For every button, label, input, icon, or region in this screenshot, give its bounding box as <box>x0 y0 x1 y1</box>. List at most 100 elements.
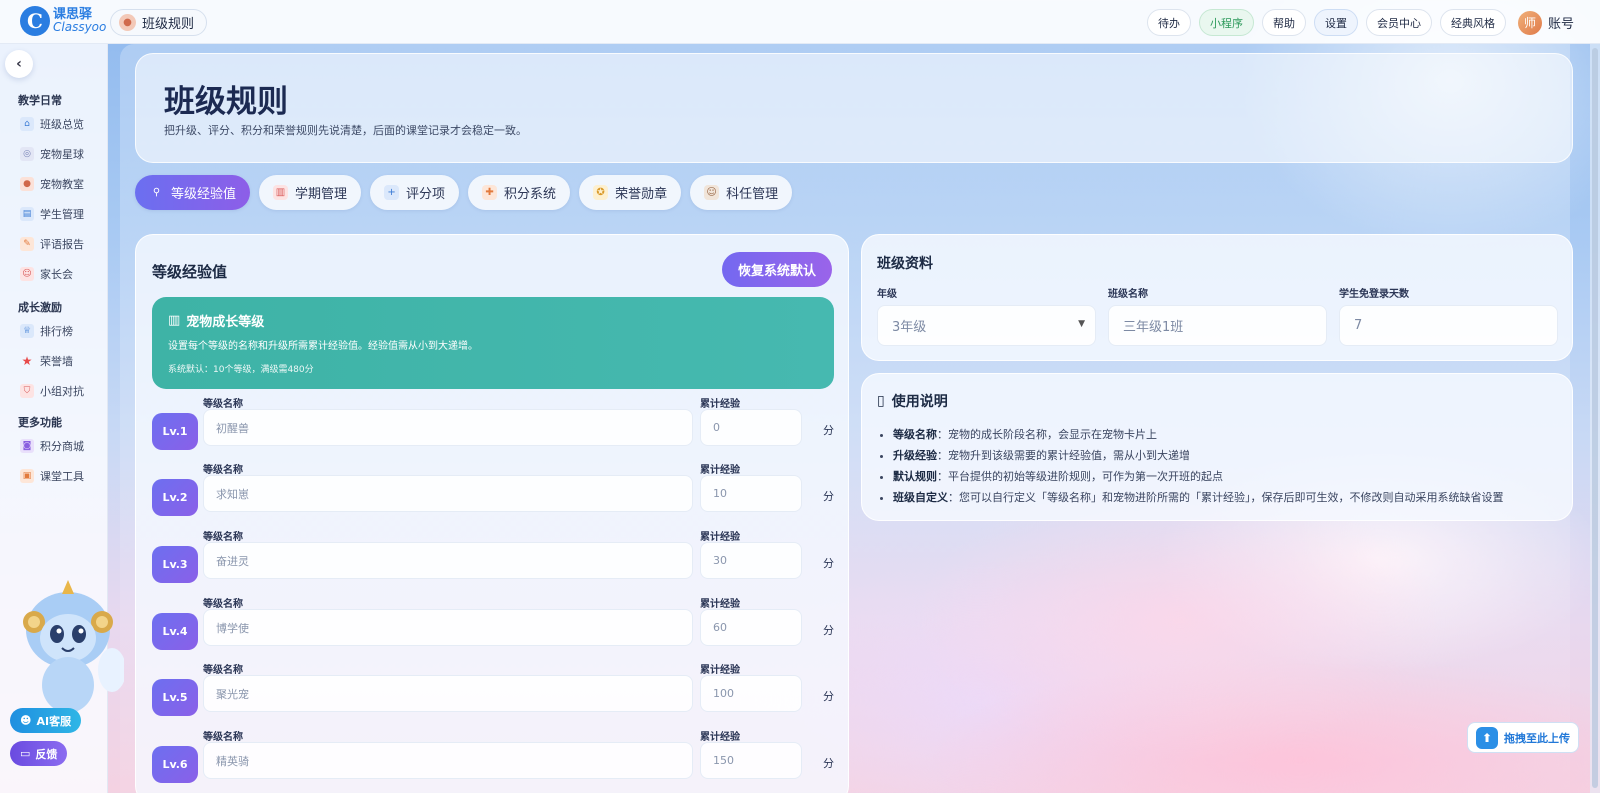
upload-icon: ⬆ <box>1476 726 1498 749</box>
search-icon: ⚲ <box>152 187 161 198</box>
tab-label: 荣誉勋章 <box>615 187 668 202</box>
current-page-chip[interactable]: ● 班级规则 <box>110 9 208 36</box>
nav-settings[interactable]: 设置 <box>1313 9 1358 36</box>
restore-default-button[interactable]: 恢复系统默认 <box>721 252 832 287</box>
nav-miniprogram[interactable]: 小程序 <box>1198 9 1254 36</box>
level-name-input[interactable]: 奋进灵 <box>203 542 693 579</box>
level-row: Lv.2 等级名称 累计经验 求知崽 10 分 <box>152 461 834 527</box>
ai-support-label: AI客服 <box>36 714 72 728</box>
paw-icon: ● <box>119 14 136 31</box>
nav-membership[interactable]: 会员中心 <box>1365 9 1432 36</box>
list-item: 等级名称：宠物的成长阶段名称，会显示在宠物卡片上 <box>893 424 1504 445</box>
sidebar-item-label: 积分商城 <box>40 440 84 453</box>
nav-help[interactable]: 帮助 <box>1261 9 1306 36</box>
usage-card: ▯ 使用说明 等级名称：宠物的成长阶段名称，会显示在宠物卡片上 升级经验：宠物升到… <box>861 373 1573 521</box>
sidebar-item-honor-wall[interactable]: ★ 荣誉墙 <box>20 353 73 369</box>
level-exp-input[interactable]: 0 <box>700 409 802 446</box>
sidebar-item-label: 排行榜 <box>40 325 73 338</box>
logo[interactable]: C 课思驿 Classyoo <box>20 6 106 36</box>
class-name-input[interactable]: 三年级1班 <box>1108 305 1327 346</box>
grade-label: 年级 <box>877 289 897 300</box>
level-name-input[interactable]: 聚光宠 <box>203 675 693 712</box>
sidebar-item-group-battle[interactable]: ⛉ 小组对抗 <box>20 383 84 399</box>
level-row: Lv.4 等级名称 累计经验 博学使 60 分 <box>152 595 834 661</box>
ai-support-button[interactable]: ☻ AI客服 <box>10 708 82 733</box>
account-menu[interactable]: 师 账号 <box>1517 10 1574 35</box>
scrollbar-thumb[interactable] <box>1592 48 1598 788</box>
trophy-icon: ♕ <box>20 324 34 338</box>
bar-chart-icon: ▥ <box>168 313 181 328</box>
collapse-sidebar-button[interactable]: ‹ <box>5 50 33 78</box>
chevron-left-icon: ‹ <box>16 56 22 72</box>
sidebar-item-label: 小组对抗 <box>40 385 84 398</box>
sidebar-item-students[interactable]: ▤ 学生管理 <box>20 206 84 222</box>
sidebar-item-class-overview[interactable]: ⌂ 班级总览 <box>20 116 84 132</box>
tab-honor-medals[interactable]: ✪ 荣誉勋章 <box>579 175 682 210</box>
level-row: Lv.5 等级名称 累计经验 聚光宠 100 分 <box>152 661 834 727</box>
level-badge: Lv.2 <box>152 479 198 516</box>
level-exp-input[interactable]: 60 <box>700 609 802 646</box>
chat-icon: ▭ <box>20 747 31 760</box>
sidebar-item-points-mall[interactable]: ◙ 积分商城 <box>20 438 84 454</box>
unit-label: 分 <box>823 757 834 770</box>
level-exp-label: 累计经验 <box>700 532 740 543</box>
tab-points[interactable]: ✚ 积分系统 <box>468 175 571 210</box>
nav-todo[interactable]: 待办 <box>1146 9 1191 36</box>
banner-desc: 设置每个等级的名称和升级所需累计经验值。经验值需从小到大递增。 <box>168 341 478 352</box>
level-name-input[interactable]: 精英骑 <box>203 742 693 779</box>
usage-term: 班级自定义 <box>893 491 948 504</box>
usage-desc: ：平台提供的初始等级进阶规则，可作为第一次开班的起点 <box>937 470 1223 483</box>
tab-level-exp[interactable]: ⚲ 等级经验值 <box>135 175 251 210</box>
avatar: 师 <box>1517 10 1542 35</box>
level-exp-input[interactable]: 30 <box>700 542 802 579</box>
level-exp-label: 累计经验 <box>700 665 740 676</box>
feedback-button[interactable]: ▭ 反馈 <box>10 741 68 766</box>
sidebar-item-class-tools[interactable]: ▣ 课堂工具 <box>20 468 84 484</box>
sidebar-item-parents[interactable]: ☺ 家长会 <box>20 266 73 282</box>
tab-label: 积分系统 <box>504 187 557 202</box>
level-exp-input[interactable]: 150 <box>700 742 802 779</box>
level-row: Lv.1 等级名称 累计经验 初醒兽 0 分 <box>152 395 834 461</box>
sidebar-item-label: 宠物星球 <box>40 148 84 161</box>
sidebar-item-label: 荣誉墙 <box>40 355 73 368</box>
tab-scoring[interactable]: + 评分项 <box>370 175 460 210</box>
level-name-input[interactable]: 求知崽 <box>203 475 693 512</box>
sidebar-group-more: 更多功能 <box>18 416 62 429</box>
tab-subject-teachers[interactable]: ☺ 科任管理 <box>690 175 793 210</box>
level-name-input[interactable]: 初醒兽 <box>203 409 693 446</box>
login-free-days-input[interactable]: 7 <box>1339 305 1558 346</box>
book-icon: ▯ <box>877 393 885 409</box>
sidebar-group-teaching: 教学日常 <box>18 94 62 107</box>
level-badge: Lv.6 <box>152 746 198 783</box>
tab-label: 学期管理 <box>295 187 348 202</box>
nav-classic-style[interactable]: 经典风格 <box>1439 9 1506 36</box>
tab-semester[interactable]: ▥ 学期管理 <box>259 175 362 210</box>
level-name-label: 等级名称 <box>203 732 243 743</box>
sidebar-item-pet-classroom[interactable]: ● 宠物教室 <box>20 176 84 192</box>
tab-label: 科任管理 <box>726 187 779 202</box>
gift-icon: ✚ <box>482 185 498 200</box>
level-exp-input[interactable]: 100 <box>700 675 802 712</box>
logo-icon: C <box>20 6 50 36</box>
banner-note: 系统默认：10个等级，满级需480分 <box>168 365 314 375</box>
chevron-down-icon: ▼ <box>1078 319 1085 329</box>
header-card: 班级规则 把升级、评分、积分和荣誉规则先说清楚，后面的课堂记录才会稳定一致。 <box>135 53 1573 163</box>
grade-select[interactable]: 3年级 ▼ <box>877 305 1096 346</box>
level-name-input[interactable]: 博学使 <box>203 609 693 646</box>
scrollbar[interactable] <box>1590 44 1600 793</box>
level-exp-input[interactable]: 10 <box>700 475 802 512</box>
tab-label: 评分项 <box>406 187 446 202</box>
sidebar-item-comments[interactable]: ✎ 评语报告 <box>20 236 84 252</box>
usage-desc: ：宠物升到该级需要的累计经验值，需从小到大递增 <box>937 449 1190 462</box>
drag-upload-button[interactable]: ⬆ 拖拽至此上传 <box>1467 722 1579 753</box>
robot-icon: ☻ <box>20 714 32 727</box>
tab-label: 等级经验值 <box>171 187 237 202</box>
home-icon: ⌂ <box>20 117 34 131</box>
sidebar-item-pet-planet[interactable]: ◎ 宠物星球 <box>20 146 84 162</box>
sidebar-item-leaderboard[interactable]: ♕ 排行榜 <box>20 323 73 339</box>
usage-title: 使用说明 <box>891 394 948 410</box>
banner-title: 宠物成长等级 <box>186 315 265 330</box>
usage-term: 默认规则 <box>893 470 937 483</box>
level-row: Lv.6 等级名称 累计经验 精英骑 150 分 <box>152 728 834 793</box>
upload-label: 拖拽至此上传 <box>1504 731 1570 745</box>
